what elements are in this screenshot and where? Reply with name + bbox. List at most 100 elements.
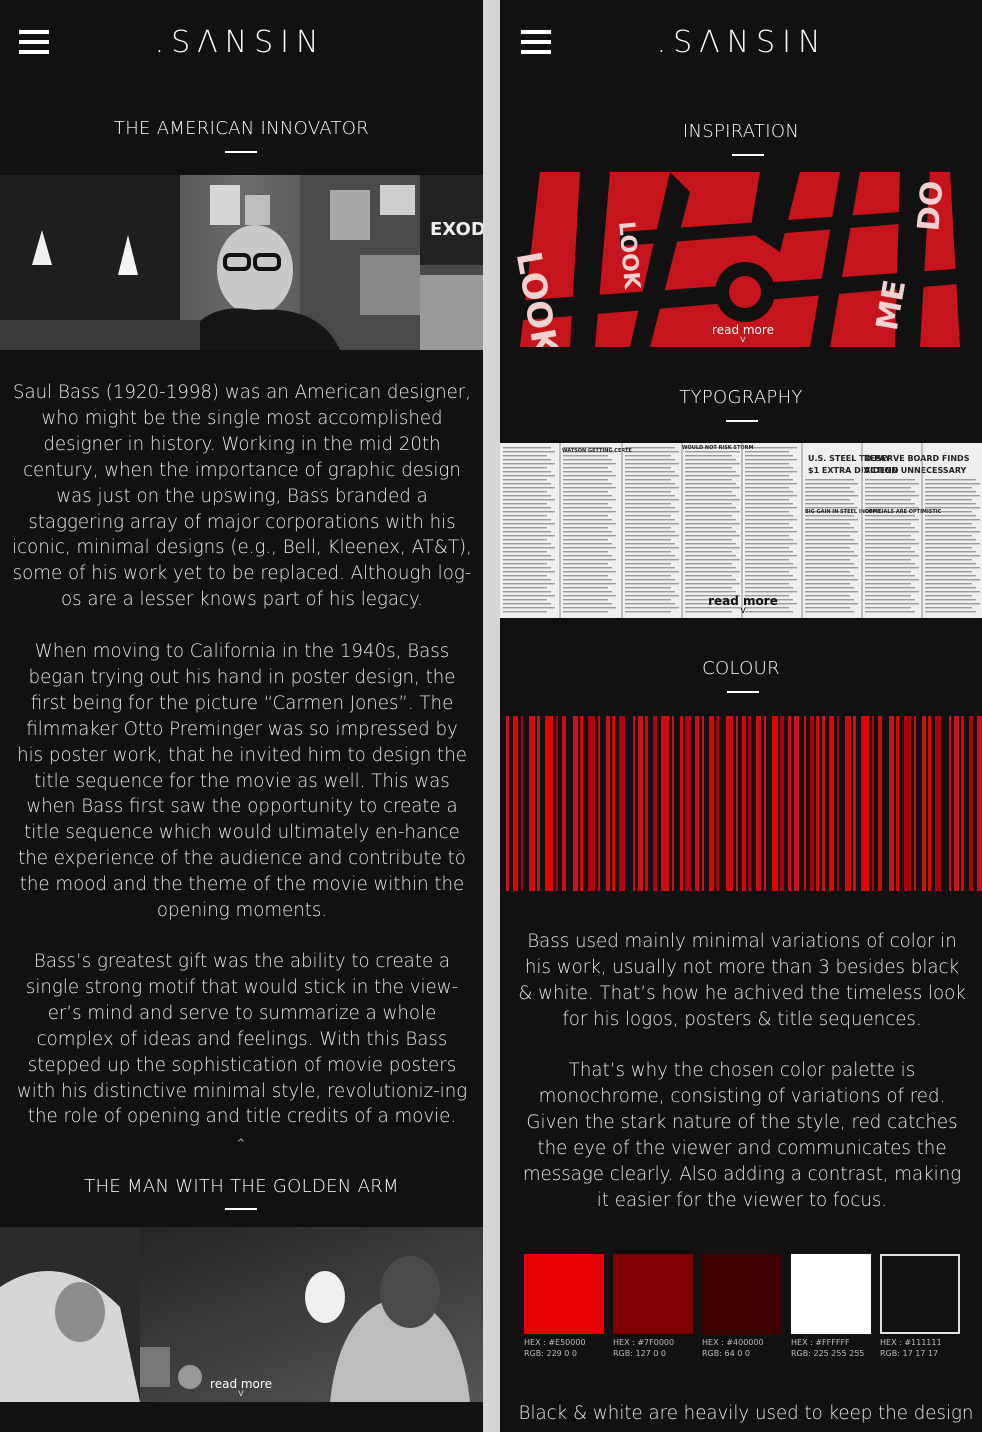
chevron-down-icon[interactable]: v — [234, 1388, 248, 1399]
newspaper-text-line — [805, 607, 850, 609]
newspaper-text-line — [685, 503, 732, 505]
newspaper-text-line — [503, 515, 547, 517]
newspaper-text-line — [805, 503, 854, 505]
newspaper-text-line — [805, 583, 850, 585]
newspaper-text-line — [805, 519, 858, 521]
newspaper-text-line — [925, 567, 980, 569]
section-title-golden-arm: THE MAN WITH THE GOLDEN ARM — [84, 1176, 399, 1197]
newspaper-text-line — [805, 587, 854, 589]
newspaper-text-line — [925, 495, 980, 497]
newspaper-text-line — [563, 527, 608, 529]
menu-hamburger-icon[interactable] — [521, 30, 551, 54]
newspaper-text-line — [865, 523, 911, 525]
typography-newspaper-image[interactable]: U.S. STEEL TO PAY $1 EXTRA DIVIDEND RESE… — [500, 443, 982, 618]
newspaper-text-line — [685, 531, 736, 533]
colour-paragraph-2: That’s why the chosen color palette is m… — [522, 1060, 962, 1211]
newspaper-text-line — [925, 515, 976, 517]
chevron-up-icon[interactable]: ^ — [234, 1138, 248, 1149]
newspaper-text-line — [805, 563, 854, 565]
newspaper-text-line — [745, 587, 793, 589]
golden-arm-film-still[interactable] — [0, 1227, 483, 1402]
newspaper-text-line — [685, 515, 732, 517]
colour-stripe — [742, 716, 746, 891]
newspaper-text-line — [685, 551, 732, 553]
newspaper-text-line — [625, 455, 671, 457]
newspaper-text-line — [805, 571, 850, 573]
newspaper-text-line — [503, 527, 547, 529]
newspaper-text-line — [925, 491, 976, 493]
menu-hamburger-icon[interactable] — [19, 30, 49, 54]
newspaper-text-line — [685, 475, 740, 477]
colour-stripe — [878, 716, 882, 891]
newspaper-text-line — [865, 607, 911, 609]
colour-stripe — [748, 716, 751, 891]
newspaper-text-line — [563, 567, 612, 569]
chevron-down-icon[interactable]: v — [736, 334, 750, 345]
newspaper-text-line — [805, 555, 858, 557]
newspaper-text-line — [925, 499, 972, 501]
newspaper-text-line — [805, 559, 850, 561]
newspaper-text-line — [563, 483, 612, 485]
newspaper-text-line — [685, 507, 736, 509]
newspaper-text-line — [625, 507, 675, 509]
newspaper-text-line — [805, 487, 850, 489]
newspaper-text-line — [625, 575, 671, 577]
newspaper-text-line — [805, 611, 854, 613]
newspaper-text-line — [563, 607, 616, 609]
newspaper-text-line — [563, 591, 612, 593]
newspaper-text-line — [925, 571, 972, 573]
inspiration-poster-image[interactable]: LOOK LOOK DO ME — [500, 172, 982, 347]
newspaper-text-line — [563, 487, 616, 489]
newspaper-text-line — [805, 531, 858, 533]
newspaper-text-line — [563, 467, 608, 469]
newspaper-text-line — [865, 539, 915, 541]
newspaper-text-line — [503, 451, 555, 453]
colour-stripes-image[interactable] — [500, 716, 982, 891]
swatch-rgb-label: RGB: 229 0 0 — [524, 1349, 578, 1358]
colour-stripe — [764, 716, 766, 891]
newspaper-text-line — [685, 471, 736, 473]
colour-stripe — [788, 716, 791, 891]
newspaper-text-line — [685, 495, 736, 497]
newspaper-text-line — [685, 467, 732, 469]
newspaper-text-line — [625, 511, 679, 513]
newspaper-text-line — [745, 571, 789, 573]
newspaper-text-line — [745, 487, 789, 489]
colour-stripe — [736, 716, 738, 891]
newspaper-text-line — [925, 531, 980, 533]
chevron-down-icon[interactable]: v — [736, 605, 750, 616]
newspaper-text-line — [865, 479, 915, 481]
newspaper-text-line — [625, 579, 675, 581]
colour-stripe — [928, 716, 931, 891]
newspaper-text-line — [563, 595, 616, 597]
newspaper-text-line — [503, 555, 551, 557]
newspaper-text-line — [563, 475, 616, 477]
california-paragraph: When moving to California in the 1940s, … — [17, 641, 467, 922]
colour-stripe — [961, 716, 964, 891]
sansin-logo[interactable]: .SΛNSIN — [140, 25, 340, 60]
newspaper-text-line — [745, 463, 789, 465]
newspaper-text-line — [805, 515, 854, 517]
newspaper-text-line — [563, 579, 612, 581]
newspaper-text-line — [503, 511, 555, 513]
newspaper-text-line — [745, 451, 789, 453]
colour-stripe — [638, 716, 643, 891]
newspaper-text-line — [745, 583, 789, 585]
newspaper-text-line — [805, 595, 850, 597]
newspaper-text-line — [503, 543, 551, 545]
newspaper-text-line — [865, 611, 915, 613]
newspaper-text-line — [745, 575, 793, 577]
sansin-logo[interactable]: .SΛNSIN — [642, 25, 842, 60]
colour-stripe — [954, 716, 959, 891]
newspaper-text-line — [745, 507, 797, 509]
newspaper-text-line — [685, 511, 740, 513]
newspaper-text-line — [625, 499, 679, 501]
swatch-rgb-label: RGB: 225 255 255 — [791, 1349, 865, 1358]
newspaper-text-line — [503, 563, 547, 565]
newspaper-text-line — [805, 551, 854, 553]
newspaper-text-line — [685, 611, 732, 613]
newspaper-text-line — [865, 591, 919, 593]
newspaper-text-line — [563, 599, 608, 601]
newspaper-text-line — [563, 511, 616, 513]
newspaper-text-line — [685, 579, 736, 581]
